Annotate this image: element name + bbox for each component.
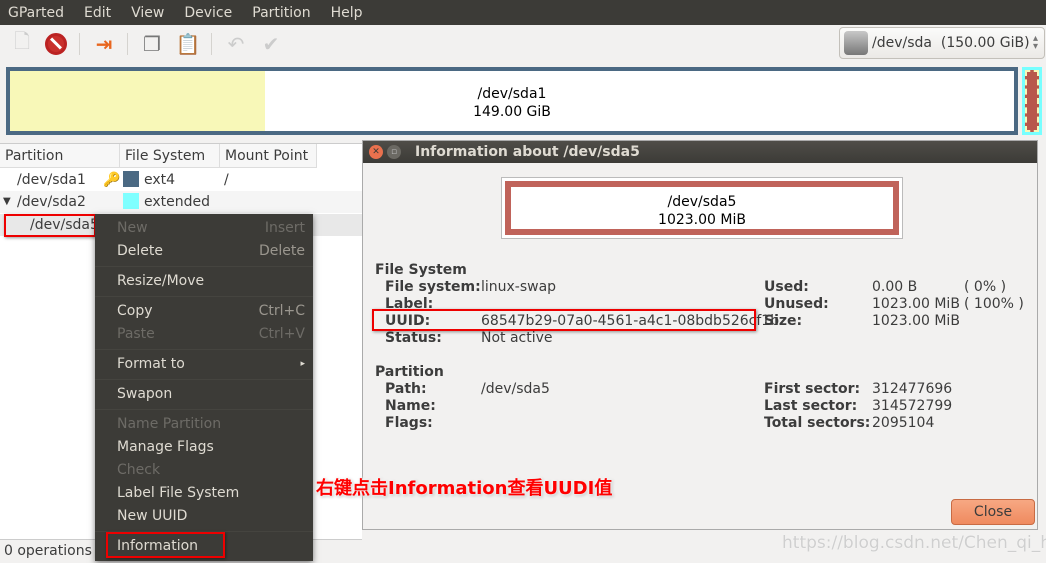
menubar: GParted Edit View Device Partition Help [0,0,1046,25]
menu-partition[interactable]: Partition [252,5,310,21]
menu-item-delete[interactable]: Delete Delete [95,240,313,263]
expander-icon[interactable]: ▼ [3,191,11,213]
partition-name: /dev/sda1 [477,86,547,102]
column-partition[interactable]: Partition [0,144,120,168]
label-last-sector: Last sector: [764,398,858,414]
value-unused-percent: ( 100% ) [964,296,1024,312]
label-filesystem: File system: [385,279,481,295]
device-selector[interactable]: /dev/sda (150.00 GiB) ▴ ▾ [839,27,1045,59]
menu-item-manage-flags[interactable]: Manage Flags [95,436,313,459]
information-dialog: ✕ ▫ Information about /dev/sda5 /dev/sda… [362,140,1038,530]
menu-item-copy[interactable]: Copy Ctrl+C [95,300,313,323]
menu-item-check[interactable]: Check [95,459,313,482]
menu-item-format-to[interactable]: Format to ▸ [95,353,313,376]
menu-item-label-filesystem[interactable]: Label File System [95,482,313,505]
table-row[interactable]: /dev/sda1 🔑 ext4 / [0,169,362,191]
highlight-box [372,309,756,331]
value-used: 0.00 B [872,279,918,295]
device-name: /dev/sda [872,35,932,51]
column-mountpoint[interactable]: Mount Point [220,144,317,168]
label-flags: Flags: [385,415,433,431]
close-window-icon[interactable]: ✕ [369,145,383,159]
annotation-text: 右键点击Information查看UUDI值 [316,478,613,499]
device-size: (150.00 GiB) [940,35,1030,51]
menu-item-paste[interactable]: Paste Ctrl+V [95,323,313,346]
label-unused: Unused: [764,296,829,312]
minimize-window-icon[interactable]: ▫ [387,145,401,159]
value-used-percent: ( 0% ) [964,279,1007,295]
label-first-sector: First sector: [764,381,861,397]
submenu-arrow-icon: ▸ [300,359,305,369]
chevron-updown-icon: ▴ ▾ [1032,33,1038,52]
menu-item-swapon[interactable]: Swapon [95,383,313,406]
value-status: Not active [481,330,553,346]
menu-edit[interactable]: Edit [84,5,111,21]
partition-heading: Partition [375,364,444,380]
delete-icon[interactable] [43,31,69,57]
column-filesystem[interactable]: File System [120,144,220,168]
label-status: Status: [385,330,442,346]
value-path: /dev/sda5 [481,381,550,397]
value-first-sector: 312477696 [872,381,953,397]
value-unused: 1023.00 MiB [872,296,960,312]
partition-size: 1023.00 MiB [658,212,746,228]
partition-map: /dev/sda5 1023.00 MiB [501,177,903,239]
dialog-titlebar: ✕ ▫ Information about /dev/sda5 [363,141,1037,163]
partition-name: /dev/sda1 [17,172,86,188]
partition-name: /dev/sda5 [667,194,737,210]
paste-icon[interactable]: 📋 [175,31,201,57]
label-size: Size: [764,313,803,329]
resize-move-icon[interactable]: ⇥ [91,31,117,57]
menu-item-resize-move[interactable]: Resize/Move [95,270,313,293]
watermark: https://blog.csdn.net/Chen_qi_hai [782,533,1046,553]
context-menu: New Insert Delete Delete Resize/Move Copy C… [95,214,313,561]
partition-size: 149.00 GiB [473,104,551,120]
menu-item-name-partition[interactable]: Name Partition [95,413,313,436]
copy-icon[interactable]: ❐ [139,31,165,57]
menu-gparted[interactable]: GParted [8,5,64,21]
value-total-sectors: 2095104 [872,415,935,431]
label-name: Name: [385,398,436,414]
partition-name: /dev/sda2 [17,194,86,210]
hard-disk-icon [844,31,868,55]
value-last-sector: 314572799 [872,398,953,414]
extended-color-swatch [123,193,139,209]
key-icon: 🔑 [103,172,121,188]
filesystem-heading: File System [375,262,467,278]
filesystem: ext4 [144,172,176,188]
apply-icon[interactable]: ✔ [258,31,284,57]
disk-map-sda5[interactable] [1025,70,1039,132]
table-row[interactable]: ▼ /dev/sda2 extended [0,191,362,213]
filesystem: extended [144,194,211,210]
new-partition-icon[interactable]: 🗋 [9,29,35,57]
menu-view[interactable]: View [131,5,164,21]
undo-icon[interactable]: ↶ [223,31,249,57]
ext4-color-swatch [123,171,139,187]
close-button[interactable]: Close [951,499,1035,525]
disk-map-extended[interactable] [1022,67,1042,135]
menu-help[interactable]: Help [331,5,363,21]
label-path: Path: [385,381,427,397]
label-used: Used: [764,279,809,295]
menu-device[interactable]: Device [184,5,232,21]
label-total-sectors: Total sectors: [764,415,871,431]
highlight-box [4,214,96,237]
disk-map-sda1[interactable]: /dev/sda1 149.00 GiB [6,67,1018,135]
highlight-box [106,532,225,558]
value-filesystem: linux-swap [481,279,557,295]
menu-item-new-uuid[interactable]: New UUID [95,505,313,528]
menu-item-new[interactable]: New Insert [95,217,313,240]
value-size: 1023.00 MiB [872,313,960,329]
mount-point: / [224,172,229,188]
dialog-title: Information about /dev/sda5 [415,144,640,160]
